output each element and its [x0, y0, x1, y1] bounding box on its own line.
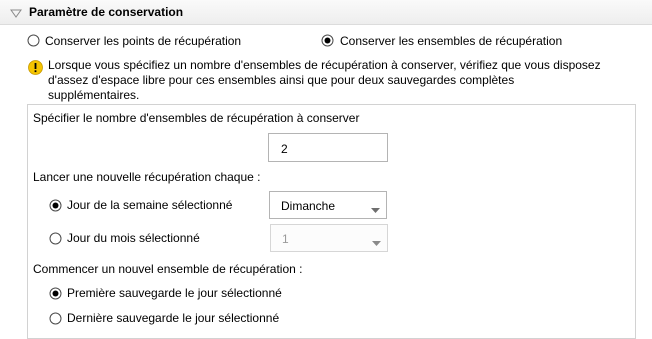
warning-message: Lorsque vous spécifiez un nombre d'ensem… — [48, 58, 601, 102]
warning-icon — [28, 60, 43, 75]
weekday-radio[interactable] — [49, 199, 62, 212]
section-header[interactable]: Paramètre de conservation — [0, 0, 652, 25]
sets-count-label: Spécifier le nombre d'ensembles de récup… — [33, 111, 360, 125]
keep-points-radio[interactable] — [27, 34, 40, 47]
weekday-select-value: Dimanche — [281, 199, 336, 213]
chevron-down-icon — [372, 236, 381, 246]
section-title: Paramètre de conservation — [29, 5, 184, 19]
last-backup-label[interactable]: Dernière sauvegarde le jour sélectionné — [67, 311, 279, 325]
chevron-down-icon — [371, 203, 380, 213]
weekday-select[interactable]: Dimanche — [269, 191, 387, 219]
last-backup-radio[interactable] — [49, 312, 62, 325]
weekday-label[interactable]: Jour de la semaine sélectionné — [67, 198, 232, 212]
monthday-label[interactable]: Jour du mois sélectionné — [67, 231, 200, 245]
monthday-radio[interactable] — [49, 232, 62, 245]
first-backup-label[interactable]: Première sauvegarde le jour sélectionné — [67, 286, 282, 300]
new-recovery-label: Lancer une nouvelle récupération chaque … — [33, 170, 261, 184]
monthday-select-value: 1 — [282, 232, 289, 246]
monthday-select[interactable]: 1 — [270, 224, 388, 252]
collapse-arrow-icon[interactable] — [10, 8, 22, 18]
keep-points-label[interactable]: Conserver les points de récupération — [45, 34, 241, 48]
first-backup-radio[interactable] — [49, 287, 62, 300]
sets-count-input[interactable]: 2 — [268, 133, 388, 162]
new-set-label: Commencer un nouvel ensemble de récupéra… — [33, 262, 303, 276]
keep-sets-label[interactable]: Conserver les ensembles de récupération — [340, 34, 562, 48]
keep-sets-radio[interactable] — [321, 34, 334, 47]
